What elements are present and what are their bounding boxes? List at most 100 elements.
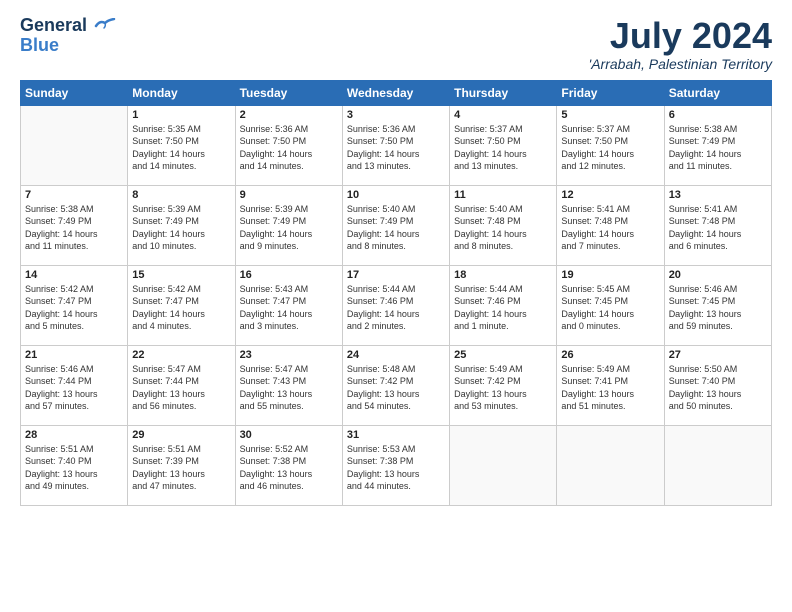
calendar-week-row: 14Sunrise: 5:42 AM Sunset: 7:47 PM Dayli…: [21, 265, 772, 345]
day-number: 17: [347, 269, 445, 281]
table-row: 28 Sunrise: 5:51 AM Sunset: 7:40 PM Dayli…: [21, 425, 128, 505]
day-info: Sunrise: 5:36 AM Sunset: 7:50 PM Dayligh…: [347, 123, 445, 173]
day-number: 24: [347, 349, 445, 361]
header-friday: Friday: [557, 80, 664, 105]
header-sunday: Sunday: [21, 80, 128, 105]
day-number: 11: [454, 189, 552, 201]
table-row: 15Sunrise: 5:42 AM Sunset: 7:47 PM Dayli…: [128, 265, 235, 345]
day-number: 30: [240, 429, 338, 441]
day-info: Sunrise: 5:44 AM Sunset: 7:46 PM Dayligh…: [347, 283, 445, 333]
day-info: Sunrise: 5:52 AM Sunset: 7:38 PM Dayligh…: [240, 443, 338, 493]
table-row: [664, 425, 771, 505]
table-row: 14Sunrise: 5:42 AM Sunset: 7:47 PM Dayli…: [21, 265, 128, 345]
logo-text: General: [20, 16, 116, 36]
table-row: 19 Sunrise: 5:45 AM Sunset: 7:45 PM Dayli…: [557, 265, 664, 345]
page: General Blue July 2024 'Arrabah, Palesti…: [0, 0, 792, 612]
header: General Blue July 2024 'Arrabah, Palesti…: [20, 16, 772, 72]
table-row: 5 Sunrise: 5:37 AM Sunset: 7:50 PM Daylig…: [557, 105, 664, 185]
table-row: 10Sunrise: 5:40 AM Sunset: 7:49 PM Dayli…: [342, 185, 449, 265]
day-number: 19: [561, 269, 659, 281]
day-number: 3: [347, 109, 445, 121]
day-info: Sunrise: 5:46 AM Sunset: 7:44 PM Dayligh…: [25, 363, 123, 413]
day-number: 12: [561, 189, 659, 201]
day-info: Sunrise: 5:42 AM Sunset: 7:47 PM Dayligh…: [132, 283, 230, 333]
day-number: 20: [669, 269, 767, 281]
table-row: 30 Sunrise: 5:52 AM Sunset: 7:38 PM Dayli…: [235, 425, 342, 505]
calendar-week-row: 7Sunrise: 5:38 AM Sunset: 7:49 PM Daylig…: [21, 185, 772, 265]
day-number: 25: [454, 349, 552, 361]
day-number: 26: [561, 349, 659, 361]
table-row: 20 Sunrise: 5:46 AM Sunset: 7:45 PM Dayli…: [664, 265, 771, 345]
calendar-week-row: 21 Sunrise: 5:46 AM Sunset: 7:44 PM Dayli…: [21, 345, 772, 425]
logo: General Blue: [20, 16, 116, 56]
day-number: 31: [347, 429, 445, 441]
day-info: Sunrise: 5:51 AM Sunset: 7:39 PM Dayligh…: [132, 443, 230, 493]
table-row: 3 Sunrise: 5:36 AM Sunset: 7:50 PM Daylig…: [342, 105, 449, 185]
day-number: 28: [25, 429, 123, 441]
day-info: Sunrise: 5:36 AM Sunset: 7:50 PM Dayligh…: [240, 123, 338, 173]
day-number: 1: [132, 109, 230, 121]
table-row: [557, 425, 664, 505]
title-block: July 2024 'Arrabah, Palestinian Territor…: [589, 16, 772, 72]
day-info: Sunrise: 5:45 AM Sunset: 7:45 PM Dayligh…: [561, 283, 659, 333]
month-title: July 2024: [589, 16, 772, 56]
day-info: Sunrise: 5:35 AM Sunset: 7:50 PM Dayligh…: [132, 123, 230, 173]
day-number: 2: [240, 109, 338, 121]
calendar-week-row: 28 Sunrise: 5:51 AM Sunset: 7:40 PM Dayli…: [21, 425, 772, 505]
table-row: 25 Sunrise: 5:49 AM Sunset: 7:42 PM Dayli…: [450, 345, 557, 425]
table-row: 2 Sunrise: 5:36 AM Sunset: 7:50 PM Daylig…: [235, 105, 342, 185]
table-row: 8Sunrise: 5:39 AM Sunset: 7:49 PM Daylig…: [128, 185, 235, 265]
table-row: 27 Sunrise: 5:50 AM Sunset: 7:40 PM Dayli…: [664, 345, 771, 425]
table-row: 31 Sunrise: 5:53 AM Sunset: 7:38 PM Dayli…: [342, 425, 449, 505]
day-number: 16: [240, 269, 338, 281]
day-number: 9: [240, 189, 338, 201]
day-info: Sunrise: 5:49 AM Sunset: 7:42 PM Dayligh…: [454, 363, 552, 413]
day-info: Sunrise: 5:40 AM Sunset: 7:48 PM Dayligh…: [454, 203, 552, 253]
header-saturday: Saturday: [664, 80, 771, 105]
day-info: Sunrise: 5:48 AM Sunset: 7:42 PM Dayligh…: [347, 363, 445, 413]
day-info: Sunrise: 5:46 AM Sunset: 7:45 PM Dayligh…: [669, 283, 767, 333]
header-wednesday: Wednesday: [342, 80, 449, 105]
day-info: Sunrise: 5:43 AM Sunset: 7:47 PM Dayligh…: [240, 283, 338, 333]
calendar-week-row: 1 Sunrise: 5:35 AM Sunset: 7:50 PM Daylig…: [21, 105, 772, 185]
table-row: 12 Sunrise: 5:41 AM Sunset: 7:48 PM Dayli…: [557, 185, 664, 265]
table-row: 18Sunrise: 5:44 AM Sunset: 7:46 PM Dayli…: [450, 265, 557, 345]
calendar-table: Sunday Monday Tuesday Wednesday Thursday…: [20, 80, 772, 506]
logo-bird-icon: [94, 18, 116, 34]
header-thursday: Thursday: [450, 80, 557, 105]
table-row: 9 Sunrise: 5:39 AM Sunset: 7:49 PM Daylig…: [235, 185, 342, 265]
day-info: Sunrise: 5:50 AM Sunset: 7:40 PM Dayligh…: [669, 363, 767, 413]
day-number: 27: [669, 349, 767, 361]
day-number: 21: [25, 349, 123, 361]
table-row: 4Sunrise: 5:37 AM Sunset: 7:50 PM Daylig…: [450, 105, 557, 185]
header-monday: Monday: [128, 80, 235, 105]
logo-blue: Blue: [20, 36, 59, 56]
table-row: 23Sunrise: 5:47 AM Sunset: 7:43 PM Dayli…: [235, 345, 342, 425]
table-row: 6Sunrise: 5:38 AM Sunset: 7:49 PM Daylig…: [664, 105, 771, 185]
table-row: 16 Sunrise: 5:43 AM Sunset: 7:47 PM Dayli…: [235, 265, 342, 345]
day-info: Sunrise: 5:49 AM Sunset: 7:41 PM Dayligh…: [561, 363, 659, 413]
day-number: 13: [669, 189, 767, 201]
day-info: Sunrise: 5:41 AM Sunset: 7:48 PM Dayligh…: [561, 203, 659, 253]
table-row: 11 Sunrise: 5:40 AM Sunset: 7:48 PM Dayli…: [450, 185, 557, 265]
table-row: 17 Sunrise: 5:44 AM Sunset: 7:46 PM Dayli…: [342, 265, 449, 345]
day-info: Sunrise: 5:42 AM Sunset: 7:47 PM Dayligh…: [25, 283, 123, 333]
day-info: Sunrise: 5:53 AM Sunset: 7:38 PM Dayligh…: [347, 443, 445, 493]
day-info: Sunrise: 5:51 AM Sunset: 7:40 PM Dayligh…: [25, 443, 123, 493]
day-info: Sunrise: 5:38 AM Sunset: 7:49 PM Dayligh…: [25, 203, 123, 253]
day-info: Sunrise: 5:39 AM Sunset: 7:49 PM Dayligh…: [240, 203, 338, 253]
location-title: 'Arrabah, Palestinian Territory: [589, 56, 772, 72]
header-tuesday: Tuesday: [235, 80, 342, 105]
table-row: 7Sunrise: 5:38 AM Sunset: 7:49 PM Daylig…: [21, 185, 128, 265]
weekday-header-row: Sunday Monday Tuesday Wednesday Thursday…: [21, 80, 772, 105]
table-row: 1 Sunrise: 5:35 AM Sunset: 7:50 PM Daylig…: [128, 105, 235, 185]
table-row: [21, 105, 128, 185]
day-number: 5: [561, 109, 659, 121]
table-row: 24 Sunrise: 5:48 AM Sunset: 7:42 PM Dayli…: [342, 345, 449, 425]
day-number: 4: [454, 109, 552, 121]
day-number: 23: [240, 349, 338, 361]
table-row: [450, 425, 557, 505]
day-info: Sunrise: 5:47 AM Sunset: 7:44 PM Dayligh…: [132, 363, 230, 413]
day-info: Sunrise: 5:37 AM Sunset: 7:50 PM Dayligh…: [561, 123, 659, 173]
day-info: Sunrise: 5:40 AM Sunset: 7:49 PM Dayligh…: [347, 203, 445, 253]
